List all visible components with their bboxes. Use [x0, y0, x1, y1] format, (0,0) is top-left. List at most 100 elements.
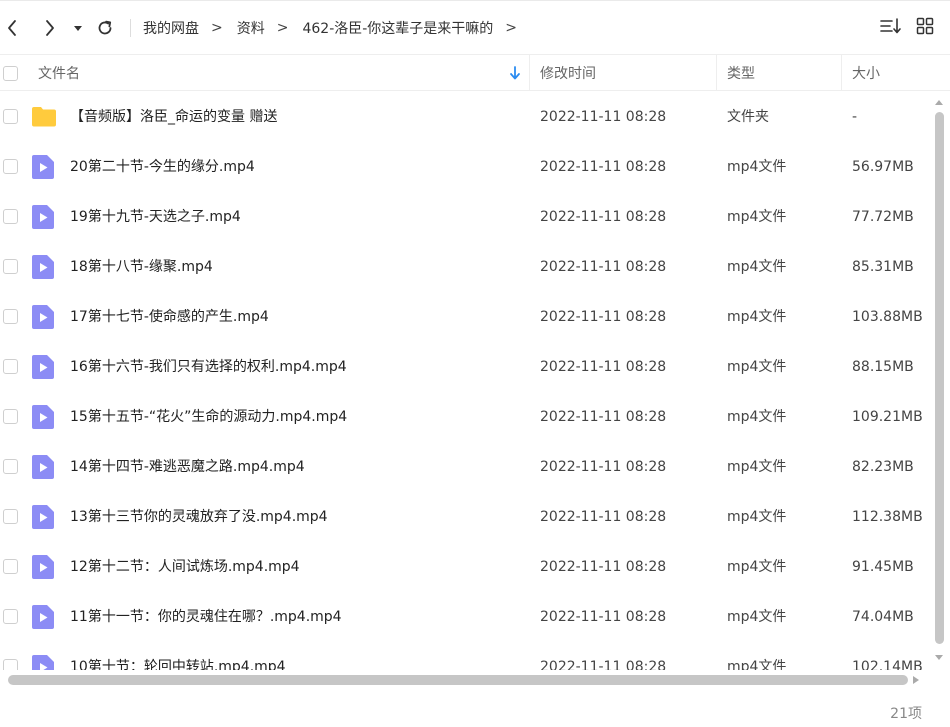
- file-row[interactable]: 11第十一节：你的灵魂住在哪？.mp4.mp4 2022-11-11 08:28 m…: [0, 592, 932, 642]
- video-file-icon: [32, 655, 54, 670]
- file-type: mp4文件: [727, 459, 787, 475]
- file-type: mp4文件: [727, 409, 787, 425]
- file-row[interactable]: 12第十二节：人间试炼场.mp4.mp4 2022-11-11 08:28 mp4文…: [0, 542, 932, 592]
- file-row[interactable]: 13第十三节你的灵魂放弃了没.mp4.mp4 2022-11-11 08:28 mp…: [0, 492, 932, 542]
- file-modified: 2022-11-11 08:28: [540, 609, 667, 625]
- file-size: 109.21MB: [852, 409, 923, 425]
- video-file-icon: [32, 205, 54, 233]
- file-type: mp4文件: [727, 259, 787, 275]
- row-checkbox[interactable]: [3, 659, 18, 670]
- file-name[interactable]: 【音频版】洛臣_命运的变量 赠送: [70, 92, 277, 142]
- video-file-icon: [32, 255, 54, 283]
- column-header-type[interactable]: 类型: [727, 55, 755, 91]
- file-row[interactable]: 15第十五节-“花火”生命的源动力.mp4.mp4 2022-11-11 08:2…: [0, 392, 932, 442]
- file-modified: 2022-11-11 08:28: [540, 659, 667, 670]
- row-checkbox[interactable]: [3, 609, 18, 624]
- column-divider[interactable]: [529, 55, 530, 91]
- file-row[interactable]: 17第十七节-使命感的产生.mp4 2022-11-11 08:28 mp4文件 10…: [0, 292, 932, 342]
- chevron-left-icon[interactable]: [0, 14, 24, 42]
- toolbar: 我的网盘 > 资料 > 462-洛臣-你这辈子是来干嘛的 >: [0, 6, 950, 50]
- file-type: mp4文件: [727, 559, 787, 575]
- column-header-modified[interactable]: 修改时间: [540, 55, 596, 91]
- file-type: mp4文件: [727, 159, 787, 175]
- toolbar-actions: [880, 16, 934, 40]
- file-modified: 2022-11-11 08:28: [540, 359, 667, 375]
- scroll-right-arrow-icon: [913, 676, 919, 684]
- row-checkbox[interactable]: [3, 109, 18, 124]
- row-checkbox[interactable]: [3, 459, 18, 474]
- file-name[interactable]: 15第十五节-“花火”生命的源动力.mp4.mp4: [70, 392, 347, 442]
- file-name[interactable]: 17第十七节-使命感的产生.mp4: [70, 292, 269, 342]
- file-name[interactable]: 16第十六节-我们只有选择的权利.mp4.mp4: [70, 342, 347, 392]
- select-all-checkbox-cell: [3, 55, 18, 91]
- row-checkbox[interactable]: [3, 209, 18, 224]
- row-checkbox[interactable]: [3, 559, 18, 574]
- file-name[interactable]: 10第十节：轮回中转站.mp4.mp4: [70, 642, 286, 670]
- file-size: 77.72MB: [852, 209, 914, 225]
- row-checkbox[interactable]: [3, 409, 18, 424]
- caret-down-icon[interactable]: [70, 14, 86, 42]
- file-modified: 2022-11-11 08:28: [540, 409, 667, 425]
- horizontal-scrollbar[interactable]: [0, 672, 932, 688]
- breadcrumb-item-root[interactable]: 我的网盘: [143, 18, 199, 38]
- sort-list-icon[interactable]: [880, 17, 902, 39]
- file-modified: 2022-11-11 08:28: [540, 159, 667, 175]
- top-border: [0, 0, 950, 1]
- folder-icon: [31, 106, 57, 131]
- row-checkbox[interactable]: [3, 259, 18, 274]
- file-size: -: [852, 109, 858, 125]
- toolbar-divider: [130, 19, 131, 37]
- breadcrumb: 我的网盘 > 资料 > 462-洛臣-你这辈子是来干嘛的 >: [143, 6, 531, 50]
- file-name[interactable]: 12第十二节：人间试炼场.mp4.mp4: [70, 542, 300, 592]
- column-divider[interactable]: [841, 55, 842, 91]
- file-size: 102.14MB: [852, 659, 923, 670]
- video-file-icon: [32, 555, 54, 583]
- breadcrumb-item-current[interactable]: 462-洛臣-你这辈子是来干嘛的: [302, 18, 493, 38]
- vertical-scrollbar-thumb[interactable]: [935, 112, 944, 644]
- column-header-size[interactable]: 大小: [852, 55, 880, 91]
- file-row[interactable]: 【音频版】洛臣_命运的变量 赠送 2022-11-11 08:28 文件夹 -: [0, 92, 932, 142]
- file-size: 103.88MB: [852, 309, 923, 325]
- file-name[interactable]: 18第十八节-缘聚.mp4: [70, 242, 213, 292]
- file-row[interactable]: 14第十四节-难逃恶魔之路.mp4.mp4 2022-11-11 08:28 mp4…: [0, 442, 932, 492]
- file-name[interactable]: 14第十四节-难逃恶魔之路.mp4.mp4: [70, 442, 305, 492]
- chevron-right-icon[interactable]: [38, 14, 62, 42]
- file-row[interactable]: 18第十八节-缘聚.mp4 2022-11-11 08:28 mp4文件 85.31M…: [0, 242, 932, 292]
- file-size: 112.38MB: [852, 509, 923, 525]
- file-modified: 2022-11-11 08:28: [540, 259, 667, 275]
- file-name[interactable]: 11第十一节：你的灵魂住在哪？.mp4.mp4: [70, 592, 342, 642]
- file-row[interactable]: 16第十六节-我们只有选择的权利.mp4.mp4 2022-11-11 08:28…: [0, 342, 932, 392]
- file-size: 74.04MB: [852, 609, 914, 625]
- row-checkbox[interactable]: [3, 309, 18, 324]
- grid-view-icon[interactable]: [916, 17, 934, 39]
- refresh-icon[interactable]: [92, 14, 118, 42]
- select-all-checkbox[interactable]: [3, 65, 18, 81]
- column-header-name[interactable]: 文件名: [38, 55, 80, 91]
- file-name[interactable]: 20第二十节-今生的缘分.mp4: [70, 142, 255, 192]
- sort-arrow-down-icon[interactable]: [509, 55, 521, 91]
- row-checkbox[interactable]: [3, 509, 18, 524]
- row-checkbox[interactable]: [3, 159, 18, 174]
- row-checkbox[interactable]: [3, 359, 18, 374]
- file-name[interactable]: 19第十九节-天选之子.mp4: [70, 192, 241, 242]
- video-file-icon: [32, 605, 54, 633]
- file-row[interactable]: 20第二十节-今生的缘分.mp4 2022-11-11 08:28 mp4文件 56.…: [0, 142, 932, 192]
- file-modified: 2022-11-11 08:28: [540, 509, 667, 525]
- vertical-scrollbar[interactable]: [932, 96, 946, 666]
- breadcrumb-chevron-icon: >: [211, 20, 223, 36]
- file-modified: 2022-11-11 08:28: [540, 309, 667, 325]
- breadcrumb-chevron-icon[interactable]: >: [505, 20, 517, 36]
- file-type: 文件夹: [727, 109, 769, 125]
- column-divider[interactable]: [716, 55, 717, 91]
- video-file-icon: [32, 305, 54, 333]
- video-file-icon: [32, 155, 54, 183]
- breadcrumb-item-resources[interactable]: 资料: [237, 18, 265, 38]
- file-name[interactable]: 13第十三节你的灵魂放弃了没.mp4.mp4: [70, 492, 328, 542]
- file-size: 91.45MB: [852, 559, 914, 575]
- horizontal-scrollbar-thumb[interactable]: [8, 675, 908, 685]
- file-row[interactable]: 19第十九节-天选之子.mp4 2022-11-11 08:28 mp4文件 77.7…: [0, 192, 932, 242]
- file-type: mp4文件: [727, 609, 787, 625]
- file-type: mp4文件: [727, 659, 787, 670]
- video-file-icon: [32, 355, 54, 383]
- file-row[interactable]: 10第十节：轮回中转站.mp4.mp4 2022-11-11 08:28 mp4文件…: [0, 642, 932, 670]
